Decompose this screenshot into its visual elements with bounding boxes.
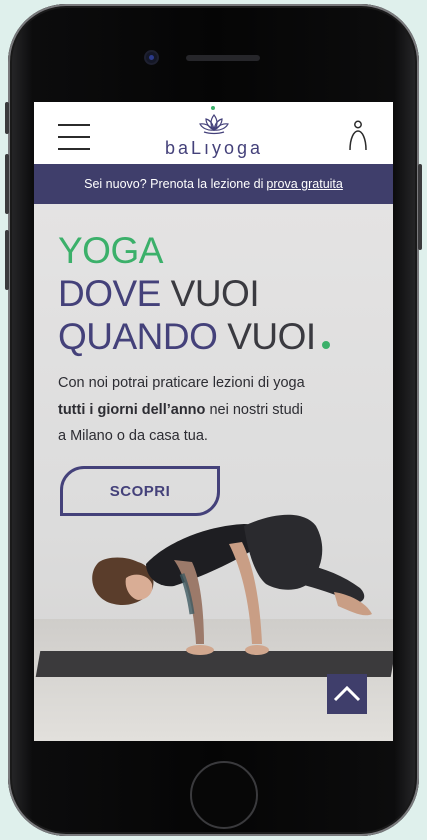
hero-description: Con noi potrai praticare lezioni di yoga… <box>58 370 378 450</box>
banner-text: Sei nuovo? Prenota la lezione di <box>84 177 264 191</box>
brand-logo[interactable]: baLıyoga <box>149 106 279 160</box>
headline-yoga: YOGA <box>58 230 163 271</box>
promo-banner: Sei nuovo? Prenota la lezione di prova g… <box>34 164 393 204</box>
headline-dove: DOVE <box>58 273 161 314</box>
volume-down-button <box>5 230 9 290</box>
desc-line-3: a Milano o da casa tua. <box>58 428 208 444</box>
front-camera <box>146 52 157 63</box>
scroll-to-top-button[interactable] <box>327 674 367 714</box>
headline-quando: QUANDO <box>58 316 218 357</box>
headline-dot <box>321 341 330 349</box>
volume-up-button <box>5 154 9 214</box>
free-trial-link[interactable]: prova gratuita <box>266 177 342 191</box>
user-icon[interactable] <box>347 120 369 152</box>
logo-dot <box>211 106 215 110</box>
headline-line-2: DOVE VUOI <box>58 273 260 314</box>
headline-line-1: YOGA <box>58 230 163 271</box>
desc-bold: tutti i giorni dell’anno <box>58 401 206 418</box>
chevron-up-icon <box>333 685 361 702</box>
site-header: baLıyoga <box>34 102 393 164</box>
headline-line-3: QUANDO VUOI <box>58 316 330 357</box>
power-button <box>418 164 422 250</box>
earpiece-speaker <box>186 55 260 61</box>
headline-vuoi-1: VUOI <box>170 273 260 314</box>
hamburger-menu-icon[interactable] <box>58 122 90 150</box>
home-button[interactable] <box>190 761 258 829</box>
hero-photo <box>92 514 372 655</box>
desc-line-2: nei nostri studi <box>209 401 303 418</box>
headline-vuoi-2: VUOI <box>227 316 316 357</box>
discover-button[interactable]: SCOPRI <box>60 466 220 516</box>
lotus-icon <box>199 114 229 135</box>
brand-name: baLıyoga <box>164 138 264 158</box>
phone-screen: baLıyoga Sei nuovo? Prenota la lezione d… <box>34 102 393 741</box>
mute-switch <box>5 102 9 134</box>
desc-line-1: Con noi potrai praticare lezioni di yoga <box>58 375 305 391</box>
hero-section: YOGA DOVE VUOI QUANDO VUOI Con noi potra… <box>34 204 393 741</box>
